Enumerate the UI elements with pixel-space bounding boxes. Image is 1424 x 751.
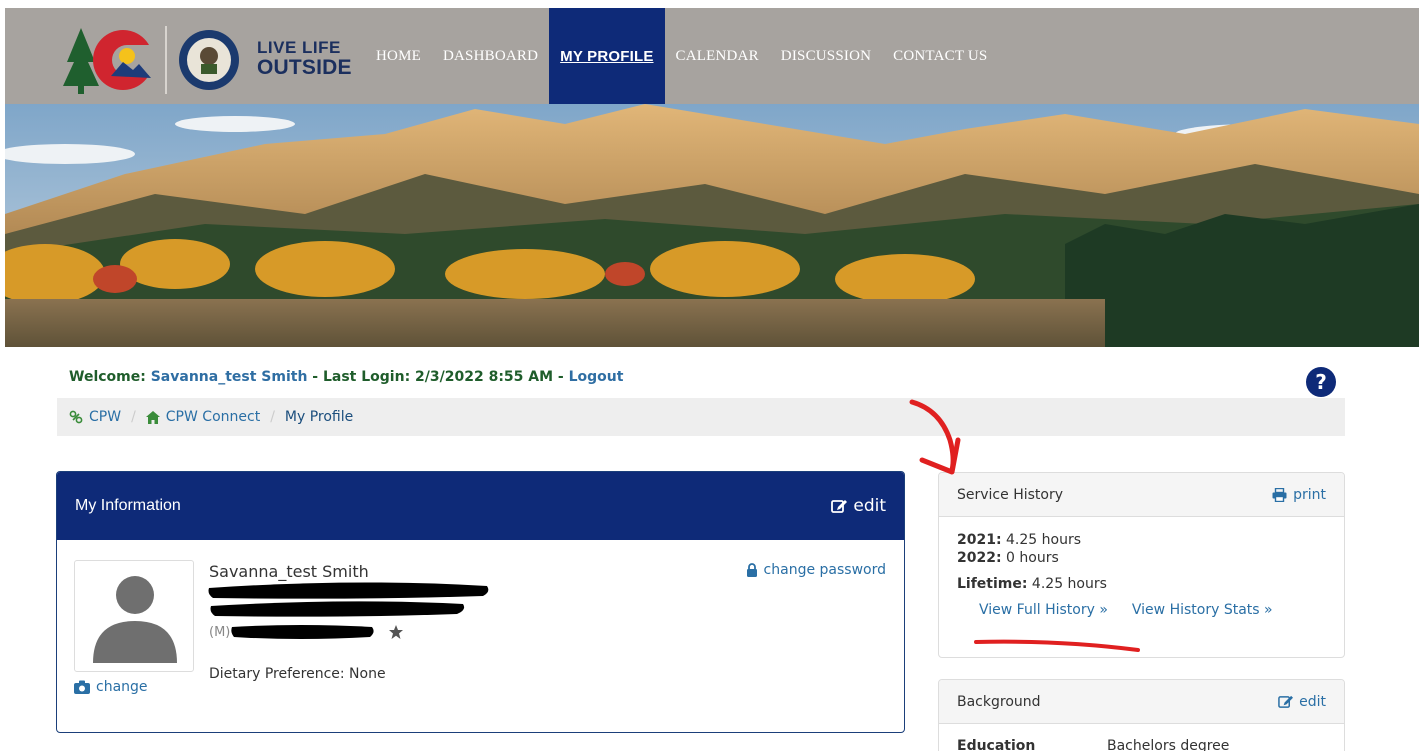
education-row: Education Bachelors degree [939, 724, 1344, 751]
help-icon[interactable]: ? [1305, 366, 1337, 398]
history-links: View Full History » View History Stats » [957, 601, 1326, 619]
breadcrumb-cpw-connect-label: CPW Connect [165, 409, 261, 425]
site-header: LIVE LIFE OUTSIDE HOME DASHBOARD MY PROF… [5, 8, 1419, 104]
edit-icon [1278, 695, 1294, 708]
view-full-history-link[interactable]: View Full History » [979, 601, 1108, 619]
background-edit-button[interactable]: edit [1278, 694, 1326, 710]
service-history-panel: Service History print 2021: 4.25 hours 2… [938, 472, 1345, 658]
background-panel: Background edit Education Bachelors degr… [938, 679, 1345, 751]
breadcrumb-cpw-label: CPW [89, 409, 122, 425]
redaction-mark [231, 625, 374, 639]
my-information-edit-button[interactable]: edit [831, 496, 886, 516]
lifetime-row: Lifetime: 4.25 hours [957, 575, 1326, 593]
colorado-logo-icon [63, 26, 239, 94]
breadcrumb-separator: / [131, 409, 136, 425]
service-history-header: Service History print [939, 473, 1344, 517]
phone-prefix: (M) [209, 624, 231, 640]
welcome-line: Welcome: Savanna_test Smith - Last Login… [69, 369, 623, 385]
last-login-text: - Last Login: 2/3/2022 8:55 AM - [307, 369, 569, 385]
nav-discussion[interactable]: DISCUSSION [770, 8, 882, 104]
my-information-title: My Information [75, 497, 181, 514]
breadcrumb-my-profile: My Profile [284, 409, 354, 425]
my-information-edit-label: edit [853, 496, 886, 516]
background-title: Background [957, 693, 1041, 710]
print-label: print [1293, 486, 1326, 503]
main-nav: HOME DASHBOARD MY PROFILE CALENDAR DISCU… [365, 8, 998, 104]
logo-line-2: OUTSIDE [257, 56, 352, 79]
star-icon[interactable] [388, 624, 404, 640]
nav-dashboard[interactable]: DASHBOARD [432, 8, 549, 104]
education-label: Education [957, 738, 1036, 751]
change-photo-link[interactable]: change [74, 679, 148, 695]
lock-icon [746, 563, 757, 577]
view-history-stats-link[interactable]: View History Stats » [1132, 601, 1273, 619]
hero-banner-image [5, 104, 1419, 347]
phone-line: (M) [209, 623, 404, 641]
avatar [74, 560, 194, 672]
year-label: 2021: [957, 532, 1002, 548]
home-icon [145, 410, 160, 424]
link-icon [69, 410, 83, 424]
logo-text: LIVE LIFE OUTSIDE [257, 38, 352, 78]
history-year-row: 2022: 0 hours [957, 549, 1326, 567]
background-edit-label: edit [1299, 693, 1326, 710]
my-information-header: My Information edit [57, 472, 904, 540]
education-value: Bachelors degree [1107, 738, 1230, 751]
history-year-row: 2021: 4.25 hours [957, 531, 1326, 549]
service-history-body: 2021: 4.25 hours 2022: 0 hours Lifetime:… [939, 517, 1344, 633]
user-silhouette-icon [93, 576, 177, 663]
svg-text:?: ? [1315, 370, 1327, 394]
nav-calendar[interactable]: CALENDAR [665, 8, 770, 104]
logout-link[interactable]: Logout [569, 369, 624, 385]
dietary-preference: Dietary Preference: None [209, 666, 386, 682]
nav-home[interactable]: HOME [365, 8, 432, 104]
change-password-label: change password [763, 562, 886, 578]
logo-cluster[interactable]: LIVE LIFE OUTSIDE [61, 18, 352, 102]
year-hours: 0 hours [1001, 550, 1059, 566]
service-history-title: Service History [957, 486, 1063, 503]
change-photo-label: change [96, 679, 148, 695]
page: LIVE LIFE OUTSIDE HOME DASHBOARD MY PROF… [0, 0, 1424, 751]
lifetime-value: 4.25 hours [1027, 576, 1107, 592]
breadcrumb-cpw[interactable]: CPW [69, 409, 121, 425]
year-hours: 4.25 hours [1001, 532, 1082, 548]
welcome-user-link[interactable]: Savanna_test Smith [151, 369, 308, 385]
background-header: Background edit [939, 680, 1344, 724]
my-information-panel: My Information edit change Savanna_test … [56, 471, 905, 733]
year-label: 2022: [957, 550, 1002, 566]
nav-contact-us[interactable]: CONTACT US [882, 8, 998, 104]
logo-line-1: LIVE LIFE [257, 38, 341, 57]
welcome-prefix: Welcome: [69, 369, 151, 385]
printer-icon [1272, 487, 1287, 502]
nav-my-profile[interactable]: MY PROFILE [549, 8, 665, 104]
change-password-link[interactable]: change password [746, 562, 886, 578]
breadcrumb-separator: / [270, 409, 275, 425]
print-button[interactable]: print [1272, 487, 1326, 503]
camera-icon [74, 680, 90, 694]
breadcrumb: CPW / CPW Connect / My Profile [57, 398, 1345, 436]
edit-icon [831, 500, 848, 513]
breadcrumb-cpw-connect[interactable]: CPW Connect [145, 409, 261, 425]
lifetime-label: Lifetime: [957, 576, 1028, 592]
